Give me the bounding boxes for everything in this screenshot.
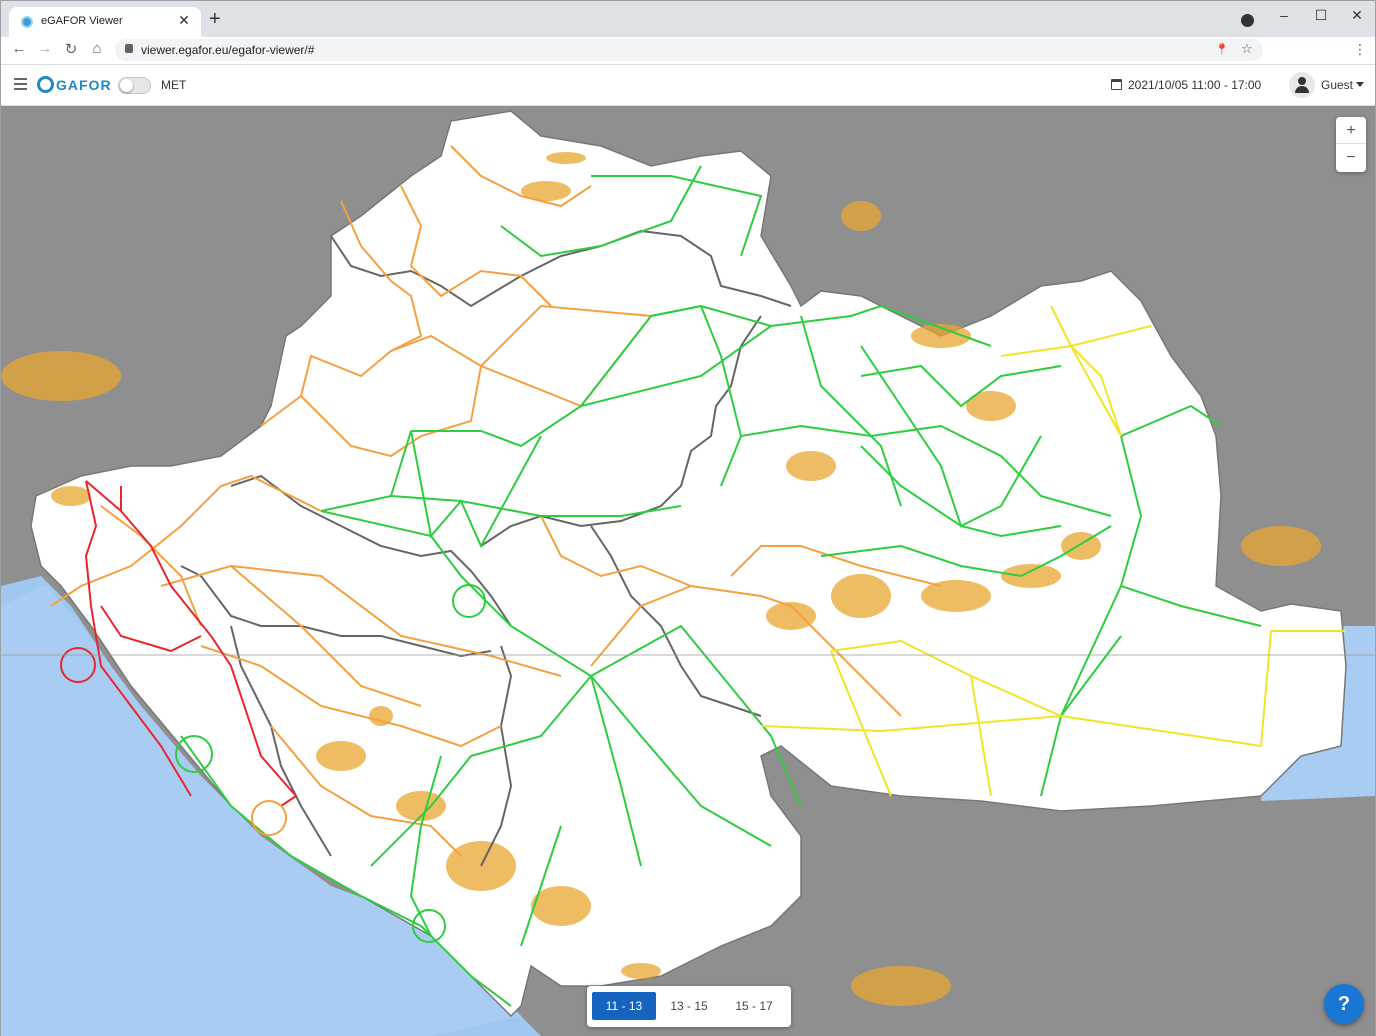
home-button[interactable]: ⌂	[87, 40, 107, 57]
location-icon[interactable]: 📍	[1215, 43, 1229, 56]
browser-menu-icon[interactable]: ⋮	[1353, 41, 1367, 58]
address-bar[interactable]: viewer.egafor.eu/egafor-viewer/# 📍 ☆	[115, 39, 1263, 61]
maximize-button[interactable]: ☐	[1311, 7, 1331, 24]
logo-e-icon	[37, 76, 54, 93]
hamburger-menu-icon[interactable]	[14, 78, 27, 90]
chevron-down-icon[interactable]	[1356, 82, 1364, 87]
met-toggle[interactable]	[118, 77, 151, 94]
browser-toolbar: ← → ↻ ⌂ viewer.egafor.eu/egafor-viewer/#…	[1, 37, 1375, 65]
lock-icon	[125, 44, 133, 53]
toggle-knob	[120, 79, 133, 92]
zoom-control: + −	[1336, 117, 1366, 172]
favicon-icon	[21, 16, 33, 28]
zoom-out-button[interactable]: −	[1336, 144, 1366, 171]
minimize-button[interactable]: –	[1274, 7, 1294, 23]
forward-button[interactable]: →	[35, 40, 55, 57]
calendar-icon	[1111, 79, 1122, 90]
time-slot-11-13[interactable]: 11 - 13	[592, 992, 656, 1020]
profile-icon[interactable]	[1241, 14, 1254, 27]
new-tab-button[interactable]: +	[209, 9, 221, 29]
time-slot-15-17[interactable]: 15 - 17	[722, 992, 786, 1020]
map-view[interactable]: + − 11 - 13 13 - 15 15 - 17 ?	[1, 106, 1375, 1036]
browser-tab[interactable]: eGAFOR Viewer ✕	[9, 7, 201, 37]
tab-close-icon[interactable]: ✕	[175, 12, 193, 29]
bookmark-star-icon[interactable]: ☆	[1241, 41, 1253, 57]
url-text[interactable]: viewer.egafor.eu/egafor-viewer/#	[141, 43, 314, 57]
close-window-button[interactable]: ✕	[1347, 7, 1367, 24]
reload-button[interactable]: ↻	[61, 40, 81, 58]
time-slot-13-15[interactable]: 13 - 15	[657, 992, 721, 1020]
user-menu[interactable]: Guest	[1321, 78, 1353, 92]
logo-text: GAFOR	[56, 77, 112, 93]
met-label: MET	[161, 78, 187, 92]
browser-window: eGAFOR Viewer ✕ + – ☐ ✕ ← → ↻ ⌂ viewer.e…	[0, 0, 1376, 1036]
back-button[interactable]: ←	[9, 40, 29, 57]
zoom-in-button[interactable]: +	[1336, 117, 1366, 144]
time-slot-selector: 11 - 13 13 - 15 15 - 17	[587, 986, 791, 1027]
user-avatar[interactable]	[1289, 72, 1315, 98]
app-header: GAFOR MET 2021/10/05 11:00 - 17:00 Guest	[1, 65, 1375, 106]
map-canvas[interactable]	[1, 106, 1375, 1036]
tab-title: eGAFOR Viewer	[41, 15, 123, 27]
help-button[interactable]: ?	[1324, 984, 1364, 1024]
date-range[interactable]: 2021/10/05 11:00 - 17:00	[1128, 78, 1261, 92]
tab-strip: eGAFOR Viewer ✕ + – ☐ ✕	[1, 1, 1375, 37]
